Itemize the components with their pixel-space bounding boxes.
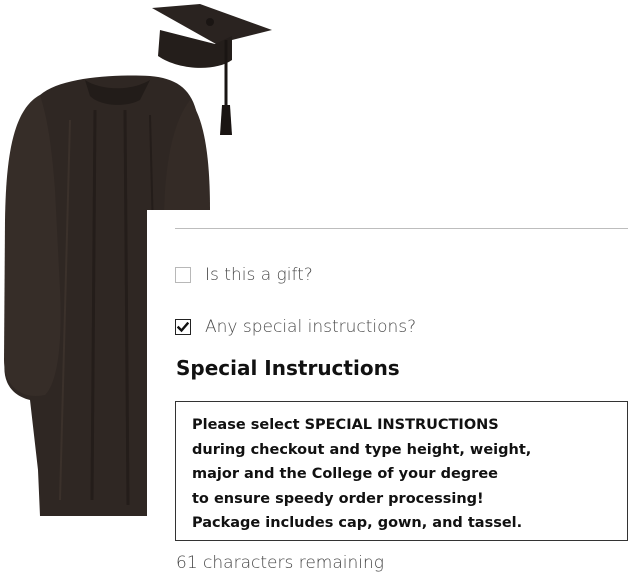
special-instructions-heading: Special Instructions [176,356,400,380]
order-options-panel: Is this a gift? Any special instructions… [147,210,628,575]
gift-option-label: Is this a gift? [205,265,313,285]
gift-checkbox[interactable] [175,267,191,283]
special-instructions-textarea[interactable]: Please select SPECIAL INSTRUCTIONS durin… [175,401,628,541]
checkmark-icon [177,321,189,332]
gift-option[interactable]: Is this a gift? [175,265,313,285]
characters-remaining-text: 61 characters remaining [176,553,384,573]
special-instructions-checkbox[interactable] [175,319,191,335]
divider [175,228,628,229]
special-instructions-option[interactable]: Any special instructions? [175,317,416,337]
special-instructions-option-label: Any special instructions? [205,317,417,337]
